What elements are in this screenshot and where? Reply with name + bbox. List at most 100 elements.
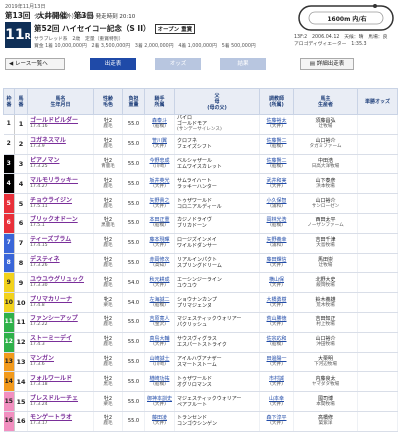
horse-name-cell: ブレスドルーチェ 17.3.24	[27, 391, 94, 412]
odds-cell	[357, 154, 398, 175]
race-number-badge: 11R	[5, 22, 31, 48]
waku-cell: 4	[3, 173, 15, 195]
umaban-cell: 3	[14, 154, 28, 175]
table-row: 5 5 チョウライジン 17.5.11 牡2 鹿毛 55.0 矢野貴之 (大井) トゥ…	[3, 193, 398, 214]
grade-badge: オープン 重賞	[154, 24, 196, 34]
back-to-race-list-button[interactable]: ◀ レース一覧へ	[5, 58, 65, 70]
sex-age-cell: 牡2 鹿毛	[93, 233, 123, 254]
sex-age-cell: 牡2 鹿毛	[93, 411, 123, 432]
pedigree-cell: ロージズインメイ ワイルドダンサー	[174, 233, 260, 254]
race-nav: ◀ レース一覧へ 出走表 オッズ 結果 ▤ 詳細出走表	[0, 57, 400, 71]
horse-name-cell: モンゲートラオ 17.3.17	[27, 411, 94, 432]
waku-cell: 12	[3, 332, 15, 353]
weight-cell: 55.0	[122, 114, 145, 135]
trainer-cell: 武井和実 (大井)	[259, 173, 294, 195]
pedigree-cell: エーシンジーライン ユウユウ	[174, 272, 260, 294]
jockey-cell: 坂井英光 (大井)	[144, 173, 175, 195]
table-row: 11 11 ファンシーアップ 17.2.22 牡2 鹿毛 55.0 吉原寛人 (金沢)…	[3, 312, 398, 333]
detailed-entries-button[interactable]: ▤ 詳細出走表	[300, 58, 354, 70]
horse-name-cell: ストーミーデイ 17.4.3	[27, 332, 94, 353]
table-row: 4 4 マルモリラッキー 17.4.27 牡2 鹿毛 55.0 坂井英光 (大井) サ…	[3, 173, 398, 195]
trainer-cell: 矢野義幸 (浦和)	[259, 233, 294, 254]
pedigree-cell: クロフネ フェイズシフト	[174, 134, 260, 155]
owner-cell: 中田浩 日高大洋牧場	[293, 154, 358, 175]
jockey-cell: 左海誠二 (船橋)	[144, 292, 175, 313]
sex-age-cell: 牡2 黒鹿毛	[93, 213, 123, 234]
horse-name-cell: デスティネ 17.3.26	[27, 253, 94, 274]
trainer-cell: 岡林光浩 (船橋)	[259, 213, 294, 234]
tab-entries[interactable]: 出走表	[90, 58, 136, 70]
trainer-cell: 荒山勝徳 (大井)	[259, 312, 294, 333]
odds-cell	[357, 352, 398, 373]
jockey-link[interactable]: 左海誠二	[145, 297, 174, 303]
tab-odds[interactable]: オッズ	[155, 58, 201, 70]
pedigree-cell: ショウナンカンプ プリマジェンヌ	[174, 292, 260, 313]
pedigree-cell: トランセンド コンゴウシンゲン	[174, 411, 260, 432]
odds-cell	[357, 272, 398, 294]
horse-name-cell: ブリックオドーン 17.5.1	[27, 213, 94, 234]
weight-cell: 55.0	[122, 173, 145, 195]
pedigree-cell: ベルシャザール エムワイスカレット	[174, 154, 260, 175]
horse-birth: 17.3.17	[30, 421, 48, 427]
pedigree-cell: カジノドライヴ ブリカドーン	[174, 213, 260, 234]
owner-cell: 吉田千津 大島牧場	[293, 233, 358, 254]
race-header: 2019年11月13日 第13回 大井開催 第3日 11R ダ1,600m（外）…	[0, 0, 400, 56]
jockey-link[interactable]: 矢野貴之	[145, 198, 174, 204]
col-sex-age: 性齢 毛色	[93, 88, 123, 115]
weight-cell: 55.0	[122, 332, 145, 353]
weight-cell: 55.0	[122, 233, 145, 254]
horse-name-link[interactable]: ユウユウグリュック	[30, 276, 93, 283]
trainer-cell: 大橋勇樹 (大井)	[259, 292, 294, 313]
course-diagram: 1600m 内/右	[298, 4, 394, 31]
jockey-link[interactable]: 秋元耕成	[145, 277, 174, 283]
pedigree-cell: サウスヴィグラス エスパートストライク	[174, 332, 260, 353]
weight-cell: 55.0	[122, 371, 145, 393]
jockey-link[interactable]: 御神本訓史	[145, 396, 174, 402]
table-row: 2 2 コガネスマル 17.3.9 牡2 鹿毛 55.0 笹川翼 (大井) クロフネフ…	[3, 134, 398, 155]
umaban-cell: 12	[14, 332, 28, 353]
owner-cell: 内藤良太 ヤマダタ牧場	[293, 371, 358, 393]
owner-cell: 山口裕介 タガミファーム	[293, 134, 358, 155]
sex-age-cell: 牡2 鹿毛	[93, 312, 123, 333]
horse-name-cell: チョウライジン 17.5.11	[27, 193, 94, 214]
horse-birth: 17.3.18	[30, 381, 48, 387]
waku-cell: 7	[3, 233, 15, 254]
jockey-link[interactable]: 坂井英光	[145, 178, 174, 184]
jockey-cell: 本田正重 (船橋)	[144, 213, 175, 234]
horse-birth: 17.3.6	[30, 361, 45, 367]
table-row: 10 10 プリマカリーナ 17.4.8 牝2 栗毛 54.0 左海誠二 (船橋) シ…	[3, 292, 398, 313]
horse-birth: 17.4.15	[30, 243, 48, 249]
horse-birth: 17.5.11	[30, 203, 48, 209]
umaban-cell: 16	[14, 411, 28, 432]
col-trainer: 調教師 (所属)	[259, 88, 294, 115]
trainer-cell: 藤田輝信 (大井)	[259, 253, 294, 274]
table-row: 3 3 ピアノマン 17.3.25 牡2 青鹿毛 55.0 今野忠成 (川崎) ベルシ…	[3, 154, 398, 175]
trainer-cell: 横山保 (大井)	[259, 272, 294, 294]
horse-birth: 17.3.24	[30, 401, 48, 407]
table-row: 12 12 ストーミーデイ 17.4.3 牡2 鹿毛 55.0 真島大輔 (大井) サ…	[3, 332, 398, 353]
trainer-cell: 山本幸 (大井)	[259, 391, 294, 412]
col-jockey: 騎手 所属	[144, 88, 175, 115]
jockey-cell: 森泰斗 (船橋)	[144, 114, 175, 135]
waku-cell: 10	[3, 292, 15, 313]
col-waku: 枠番	[3, 88, 15, 115]
horse-name-cell: ピアノマン 17.3.25	[27, 154, 94, 175]
pedigree-cell: リアルインパクト スプリングドリーム	[174, 253, 260, 274]
table-row: 8 8 デスティネ 17.3.26 牡2 鹿毛 55.0 赤岡修次 (高知) リアルイ…	[3, 253, 398, 274]
owner-cell: 吉田知正 村上牧場	[293, 312, 358, 333]
col-odds: 単勝オッズ	[357, 88, 398, 115]
owner-cell: 山下泰彦 浜本牧場	[293, 173, 358, 195]
weight-cell: 55.0	[122, 312, 145, 333]
jockey-link[interactable]: 楢崎功祐	[145, 376, 174, 382]
owner-cell: 山口裕介 サンローゼン	[293, 193, 358, 214]
race-conditions: ダ1,600m（外）(16頭) 発走時刻 20:10	[34, 14, 136, 20]
odds-cell	[357, 292, 398, 313]
jockey-cell: 秋元耕成 (大井)	[144, 272, 175, 294]
trainer-cell: 佐宗応和 (船橋)	[259, 332, 294, 353]
horse-name-cell: ゴールドビルダー 17.4.16	[27, 114, 94, 135]
odds-cell	[357, 173, 398, 195]
weight-cell: 55.0	[122, 193, 145, 214]
owner-cell: 馬田崇 辻牧場	[293, 253, 358, 274]
owner-cell: 國司博 本間牧場	[293, 391, 358, 412]
tab-results[interactable]: 結果	[220, 58, 266, 70]
